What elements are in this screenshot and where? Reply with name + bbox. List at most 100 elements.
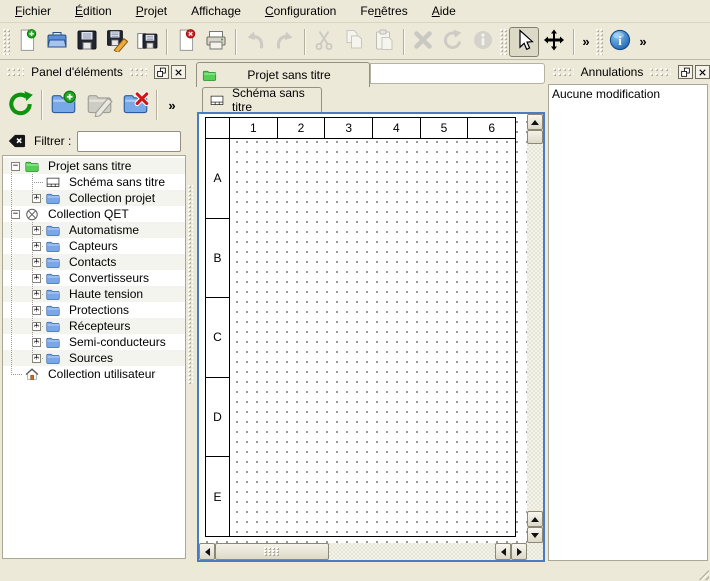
reload-collections-button[interactable] [2,87,38,123]
schema-canvas[interactable]: 123456 ABCDE [199,114,527,543]
filter-input[interactable] [77,131,181,152]
paste-button[interactable] [369,27,399,57]
copy-button[interactable] [339,27,369,57]
expand-plus-icon[interactable]: + [32,258,41,267]
tree-item-haute-tension[interactable]: +Haute tension [3,286,185,302]
undo-panel: Annulations Aucune modification [548,63,710,563]
toolbar-overflow-2-button[interactable]: » [635,34,651,49]
expander-slot: + [28,334,44,350]
tab-schema-label: Schéma sans titre [232,86,321,114]
menu-configuration[interactable]: Configuration [256,1,345,21]
scroll-left-button-2[interactable] [495,543,511,560]
toolbar-handle[interactable] [3,29,10,55]
tab-schema[interactable]: Schéma sans titre [202,87,322,112]
tree-item-collection-utilisateur[interactable]: Collection utilisateur [3,366,185,382]
tree-item-contacts[interactable]: +Contacts [3,254,185,270]
tree-item-schema-sans-titre[interactable]: Schéma sans titre [3,174,185,190]
row-header-B: B [206,219,229,299]
expander-slot: + [28,350,44,366]
expand-plus-icon[interactable]: + [32,354,41,363]
edit-category-button[interactable] [81,87,117,123]
expander-slot: − [7,158,23,174]
vertical-scrollbar[interactable] [527,114,543,543]
new-category-button[interactable] [45,87,81,123]
tree-item-convertisseurs[interactable]: +Convertisseurs [3,270,185,286]
menu-fenetres[interactable]: Fenêtres [351,1,416,21]
rotate-button[interactable] [438,27,468,57]
menu-edition[interactable]: Édition [66,1,121,21]
float-panel-button[interactable] [678,65,693,79]
expand-plus-icon[interactable]: + [32,226,41,235]
expand-plus-icon[interactable]: + [32,274,41,283]
delete-category-button[interactable] [117,87,153,123]
scroll-up-button[interactable] [527,114,543,130]
save-all-button[interactable] [132,27,162,57]
clear-filter-icon[interactable] [7,132,27,150]
save-as-button[interactable] [102,27,132,57]
horizontal-scrollbar[interactable] [199,543,527,560]
folder-icon [44,350,66,366]
scroll-right-button[interactable] [511,543,527,560]
menu-affichage[interactable]: Affichage [182,1,250,21]
tree-item-projet-sans-titre[interactable]: −Projet sans titre [3,158,185,174]
toolbar-separator [304,29,305,55]
scroll-left-button[interactable] [199,543,215,560]
tree-item-collection-projet[interactable]: +Collection projet [3,190,185,206]
float-panel-button[interactable] [154,65,169,79]
pan-mode-button[interactable] [539,27,569,57]
undo-list-item[interactable]: Aucune modification [549,85,707,103]
toolbar-overflow-button[interactable]: » [578,34,594,49]
menu-aide[interactable]: Aide [423,1,465,21]
toolbar-handle[interactable] [596,29,603,55]
project-folder-icon [23,158,45,174]
collapse-minus-icon[interactable]: − [11,162,20,171]
close-panel-button[interactable] [171,65,186,79]
tree-item-semi-conducteurs[interactable]: +Semi-conducteurs [3,334,185,350]
tree-item-capteurs[interactable]: +Capteurs [3,238,185,254]
element-info-button[interactable] [468,27,498,57]
expand-plus-icon[interactable]: + [32,338,41,347]
expand-plus-icon[interactable]: + [32,306,41,315]
panel-overflow-button[interactable]: » [164,98,180,113]
qelectrotech-window: { "colors": { "window_bg": "#ece9d8", "f… [0,0,710,581]
vertical-scroll-thumb[interactable] [527,130,543,144]
toolbar-handle[interactable] [500,29,507,55]
open-file-button[interactable] [42,27,72,57]
collapse-minus-icon[interactable]: − [11,210,20,219]
tree-item-recepteurs[interactable]: +Récepteurs [3,318,185,334]
expand-plus-icon[interactable]: + [32,290,41,299]
delete-button[interactable] [408,27,438,57]
size-grip[interactable] [696,567,709,580]
expand-plus-icon[interactable]: + [32,242,41,251]
close-panel-button[interactable] [695,65,710,79]
panel-splitter[interactable] [188,185,193,385]
diagram-frame: 123456 ABCDE [205,117,516,537]
close-file-button[interactable] [171,27,201,57]
undo-button[interactable] [240,27,270,57]
save-button[interactable] [72,27,102,57]
tree-item-protections[interactable]: +Protections [3,302,185,318]
tab-project[interactable]: Projet sans titre [196,62,370,87]
folder-icon [44,254,66,270]
new-category-icon [50,90,77,120]
expander-slot: + [28,318,44,334]
print-button[interactable] [201,27,231,57]
expand-plus-icon[interactable]: + [32,322,41,331]
close-file-icon [174,28,198,55]
cut-button[interactable] [309,27,339,57]
scroll-up-button-2[interactable] [527,511,543,527]
elements-panel-title: Panel d'éléments [29,65,125,79]
menu-projet[interactable]: Projet [127,1,176,21]
folder-icon [44,334,66,350]
redo-button[interactable] [270,27,300,57]
select-mode-button[interactable] [509,27,539,57]
tree-item-collection-qet[interactable]: −Collection QET [3,206,185,222]
menu-fichier[interactable]: Fichier [6,1,60,21]
about-qet-button[interactable]: i [605,27,635,57]
horizontal-scroll-thumb[interactable] [215,543,329,560]
tree-item-sources[interactable]: +Sources [3,350,185,366]
scroll-down-button[interactable] [527,527,543,543]
expand-plus-icon[interactable]: + [32,194,41,203]
new-document-button[interactable] [12,27,42,57]
tree-item-automatisme[interactable]: +Automatisme [3,222,185,238]
